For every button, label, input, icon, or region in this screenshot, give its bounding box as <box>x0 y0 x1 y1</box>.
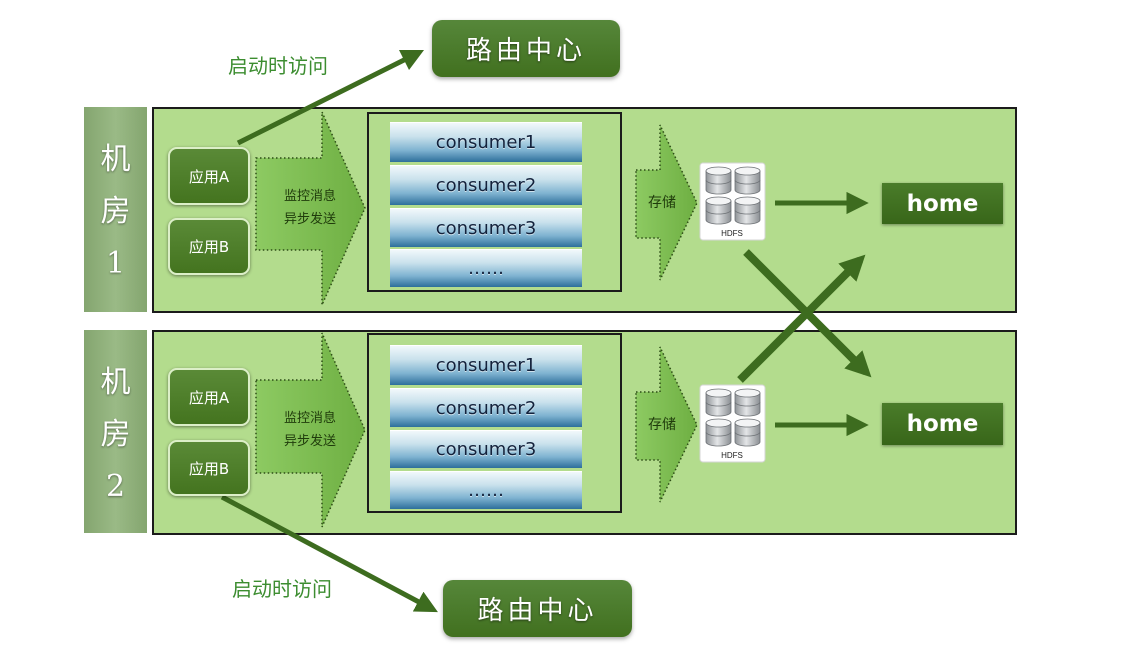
route-center-box-bottom: 路由中心 <box>443 580 632 637</box>
room-1-async-send-line-2: 异步发送 <box>283 212 336 227</box>
room-1-app-a-box: 应用A <box>168 147 250 205</box>
diagram-shapes: HDFS HDFS <box>220 49 872 613</box>
room-2-consumer-bar-ellipsis: …… <box>390 471 582 509</box>
room-2-app-a-box: 应用A <box>168 368 250 426</box>
room-1-label-char: 机 <box>100 142 131 177</box>
room-1-consumer-group: consumer1 consumer2 consumer3 …… <box>367 112 622 292</box>
room-2-home-box: home <box>882 403 1003 445</box>
room-2-label-char: 房 <box>100 417 131 452</box>
room-2-store-label: 存储 <box>648 417 676 433</box>
startup-access-label-top: 启动时访问 <box>228 54 328 78</box>
room-2-label-panel: 机 房 2 <box>84 330 147 533</box>
startup-access-label-bottom: 启动时访问 <box>232 577 332 601</box>
route-center-box-top: 路由中心 <box>432 20 620 77</box>
room-2-consumer-bar: consumer2 <box>390 388 582 427</box>
room-1-consumer-bar: consumer2 <box>390 165 582 205</box>
room-2-app-b-box: 应用B <box>168 440 250 496</box>
room-1-consumer-bar: consumer1 <box>390 122 582 162</box>
room-1-consumer-bar-ellipsis: …… <box>390 249 582 287</box>
room-2-consumer-bar: consumer3 <box>390 430 582 468</box>
room-1-consumer-bar: consumer3 <box>390 208 582 247</box>
room-2-async-send-line-1: 监控消息 <box>283 411 336 426</box>
room-1-async-send-label: 监控消息 异步发送 <box>258 185 362 231</box>
room-2-consumer-bar: consumer1 <box>390 345 582 385</box>
room-2-label-char: 机 <box>100 365 131 400</box>
room-1-store-label: 存储 <box>648 195 676 211</box>
room-1-label-number: 1 <box>105 246 126 281</box>
room-1-label-panel: 机 房 1 <box>84 107 147 312</box>
room-1-app-b-box: 应用B <box>168 218 250 275</box>
room-1-home-box: home <box>882 183 1003 224</box>
room-2-async-send-line-2: 异步发送 <box>283 434 336 449</box>
room-1-label-char: 房 <box>100 194 131 229</box>
room-2-label-number: 2 <box>105 469 126 504</box>
room-2-consumer-group: consumer1 consumer2 consumer3 …… <box>367 333 622 513</box>
room-2-async-send-label: 监控消息 异步发送 <box>258 407 362 453</box>
room-1-async-send-line-1: 监控消息 <box>283 189 336 204</box>
